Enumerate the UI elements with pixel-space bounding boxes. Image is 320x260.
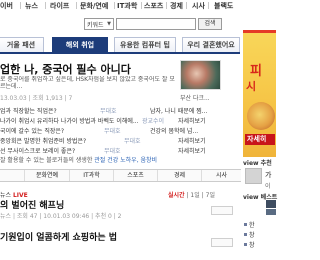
nav-item-life[interactable]: 라이프 bbox=[50, 1, 69, 11]
section-tab-it[interactable]: IT과학 bbox=[69, 170, 113, 181]
thumbnail-caption[interactable]: 부산 다크... bbox=[180, 93, 221, 102]
featured-thumbnail[interactable] bbox=[180, 60, 221, 90]
featured-summary: 로 중국어를 취업하고 싶은데, HSK자험을 보지 않았고 중국어도 잘 모르… bbox=[0, 76, 175, 90]
ad-stripe bbox=[243, 30, 276, 33]
section-tab-current[interactable]: 시사 bbox=[201, 170, 241, 181]
article-category[interactable]: 무대호 bbox=[104, 146, 121, 155]
nav-item-economy[interactable]: 경제 bbox=[170, 1, 183, 11]
live-post-side-button[interactable] bbox=[211, 238, 233, 247]
nav-item-brand[interactable]: 블랙도 bbox=[214, 1, 233, 11]
live-post-title[interactable]: 기원입이 얼콤하게 쇼핑하는 법 bbox=[0, 230, 232, 243]
sidebar-item[interactable]: 창 bbox=[249, 240, 255, 249]
section-tab-all[interactable] bbox=[0, 170, 24, 181]
search-category-label: 키워드 bbox=[87, 22, 104, 29]
pizza-ad[interactable]: 피 시 자세히 bbox=[243, 30, 276, 157]
nav-item-it[interactable]: IT과학 bbox=[117, 1, 137, 11]
search-input[interactable] bbox=[116, 18, 196, 30]
top-nav: 이버 뉴스 라이프 문화/연예 IT과학 스포츠 경제 시사 블랙도 bbox=[0, 0, 276, 12]
tab-married[interactable]: 우리 결혼했어요 bbox=[182, 37, 240, 52]
live-post-title[interactable]: 의 벌어진 해프닝 bbox=[0, 198, 232, 211]
banner-text: 잘 활용할 수 있는 블로거들의 생생한 bbox=[0, 157, 95, 164]
section-tab-culture[interactable]: 문화연예 bbox=[24, 170, 69, 181]
section-tab-economy[interactable]: 경제 bbox=[157, 170, 201, 181]
live-post-side-button[interactable] bbox=[211, 206, 233, 215]
search-button[interactable]: 검색 bbox=[198, 18, 222, 30]
best-title[interactable]: 가 bbox=[265, 170, 271, 180]
search-category-select[interactable]: 키워드 ▼ bbox=[84, 18, 114, 30]
pizza-image bbox=[247, 102, 275, 130]
topic-tabs: 거울 패션 해외 취업 유용한 컴퓨터 팁 우리 결혼했어요 bbox=[0, 37, 240, 54]
banner-link[interactable]: 관절 건강 노하우, 움창비 bbox=[94, 157, 157, 164]
best-thumbnail[interactable] bbox=[245, 168, 262, 184]
bullet-icon bbox=[244, 243, 247, 246]
nav-item-home[interactable]: 이버 bbox=[0, 1, 13, 11]
view-best-toggle-b[interactable] bbox=[266, 209, 276, 215]
bullet-icon bbox=[244, 223, 247, 226]
article-side-link[interactable]: 자세히보기 bbox=[178, 146, 232, 155]
section-tab-sports[interactable]: 스포츠 bbox=[113, 170, 157, 181]
section-tabs: 문화연예 IT과학 스포츠 경제 시사 bbox=[0, 169, 241, 182]
nav-item-culture[interactable]: 문화/연예 bbox=[80, 1, 108, 11]
nav-item-news[interactable]: 뉴스 bbox=[25, 1, 38, 11]
view-best-toggle-a[interactable] bbox=[266, 200, 276, 208]
sidebar-item[interactable]: 한 bbox=[249, 220, 255, 229]
featured-headline[interactable]: 업한 나, 중국어 필수 아니다 bbox=[0, 61, 178, 77]
view-best-heading: view 추천 bbox=[243, 160, 272, 167]
article-title[interactable]: 선 무사이스크로 보레이 좋은? bbox=[0, 146, 100, 155]
featured-meta: 13.03.03 | 조회 1,913 | 7 bbox=[0, 95, 73, 102]
bullet-icon bbox=[244, 233, 247, 236]
best-subtitle[interactable]: 이 bbox=[265, 181, 271, 190]
article-row[interactable]: 선 무사이스크로 보레이 좋은? 무대호 자세히보기 bbox=[0, 144, 232, 155]
sidebar-item[interactable]: 창 bbox=[249, 230, 255, 239]
chevron-down-icon: ▼ bbox=[107, 21, 111, 27]
tab-winter-fashion[interactable]: 거울 패션 bbox=[0, 37, 44, 52]
tab-computer-tips[interactable]: 유용한 컴퓨터 팁 bbox=[114, 37, 176, 52]
tab-overseas-jobs[interactable]: 해외 취업 bbox=[52, 37, 108, 52]
nav-item-current[interactable]: 시사 bbox=[192, 1, 205, 11]
ad-line-2: 시 bbox=[246, 80, 257, 93]
ad-line-1: 피 bbox=[250, 64, 262, 79]
nav-item-sports[interactable]: 스포츠 bbox=[144, 1, 163, 11]
live-post-meta: 뉴스 | 조회 47 | 10.01.03 09:46 | 추천 0 | 2 bbox=[0, 213, 122, 220]
ad-cta-button[interactable]: 자세히 bbox=[245, 134, 275, 145]
promo-banner: 잘 활용할 수 있는 블로거들의 생생한 관절 건강 노하우, 움창비 bbox=[0, 155, 240, 164]
